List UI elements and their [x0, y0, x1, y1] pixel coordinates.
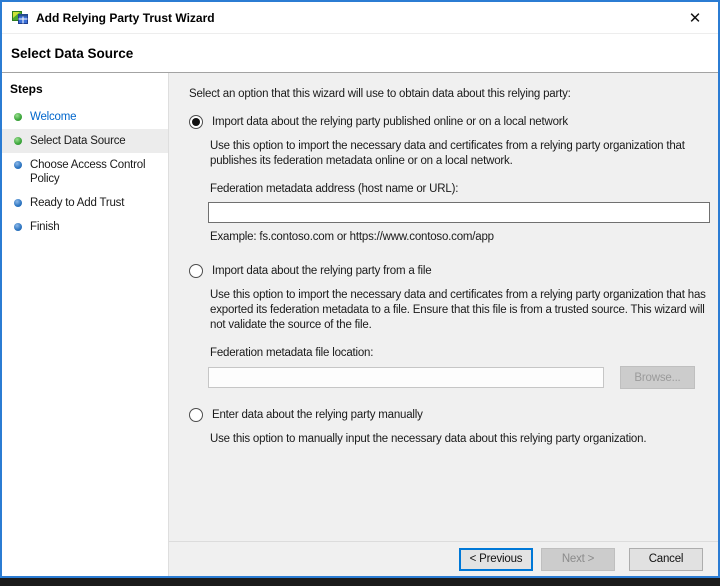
radio-option-import-file[interactable]: Import data about the relying party from… — [189, 264, 707, 279]
radio-option-label: Import data about the relying party from… — [212, 265, 432, 277]
intro-text: Select an option that this wizard will u… — [189, 88, 571, 100]
title-bar: Add Relying Party Trust Wizard ✕ — [2, 2, 718, 34]
next-button: Next > — [541, 547, 615, 571]
steps-title: Steps — [10, 82, 43, 96]
step-bullet-icon — [14, 223, 22, 231]
option-description: Use this option to manually input the ne… — [210, 433, 647, 445]
step-item-welcome: Welcome — [2, 105, 168, 129]
wizard-footer: < Previous Next > Cancel — [169, 541, 718, 576]
window-title: Add Relying Party Trust Wizard — [36, 10, 215, 25]
browse-button: Browse... — [620, 366, 695, 389]
radio-option-label: Import data about the relying party publ… — [212, 116, 568, 128]
step-bullet-icon — [14, 199, 22, 207]
step-label: Select Data Source — [30, 135, 126, 147]
federation-metadata-address-input[interactable] — [208, 202, 710, 223]
step-label: Choose Access Control Policy — [30, 159, 146, 185]
federation-metadata-file-input — [208, 367, 604, 388]
step-item-finish: Finish — [2, 215, 168, 239]
radio-option-enter-manually[interactable]: Enter data about the relying party manua… — [189, 408, 707, 423]
radio-option-import-online[interactable]: Import data about the relying party publ… — [189, 115, 707, 130]
option-description: Use this option to import the necessary … — [210, 289, 706, 331]
cancel-button[interactable]: Cancel — [629, 547, 703, 571]
page-title: Select Data Source — [11, 45, 134, 61]
steps-sidebar: Steps Welcome Select Data Source Choose … — [2, 73, 169, 576]
page-header: Select Data Source — [2, 34, 718, 73]
step-label: Ready to Add Trust — [30, 197, 125, 209]
window-bottom-shadow — [0, 578, 720, 586]
step-bullet-icon — [14, 161, 22, 169]
wizard-icon — [12, 10, 28, 26]
step-item-ready-to-add-trust: Ready to Add Trust — [2, 191, 168, 215]
step-item-choose-access-control-policy: Choose Access Control Policy — [2, 153, 168, 191]
option-description: Use this option to import the necessary … — [210, 140, 685, 167]
step-bullet-icon — [14, 113, 22, 121]
address-example-text: Example: fs.contoso.com or https://www.c… — [210, 231, 494, 243]
federation-metadata-address-label: Federation metadata address (host name o… — [210, 183, 459, 195]
step-item-select-data-source: Select Data Source — [2, 129, 168, 153]
previous-button[interactable]: < Previous — [459, 547, 533, 571]
radio-button-icon[interactable] — [189, 408, 203, 422]
close-button[interactable]: ✕ — [680, 5, 710, 31]
radio-option-label: Enter data about the relying party manua… — [212, 409, 423, 421]
step-label: Welcome — [30, 111, 77, 123]
wizard-window: Add Relying Party Trust Wizard ✕ Select … — [0, 0, 720, 578]
step-label: Finish — [30, 221, 60, 233]
radio-button-icon[interactable] — [189, 115, 203, 129]
step-bullet-icon — [14, 137, 22, 145]
wizard-content: Select an option that this wizard will u… — [169, 73, 718, 541]
federation-metadata-file-label: Federation metadata file location: — [210, 347, 374, 359]
radio-button-icon[interactable] — [189, 264, 203, 278]
